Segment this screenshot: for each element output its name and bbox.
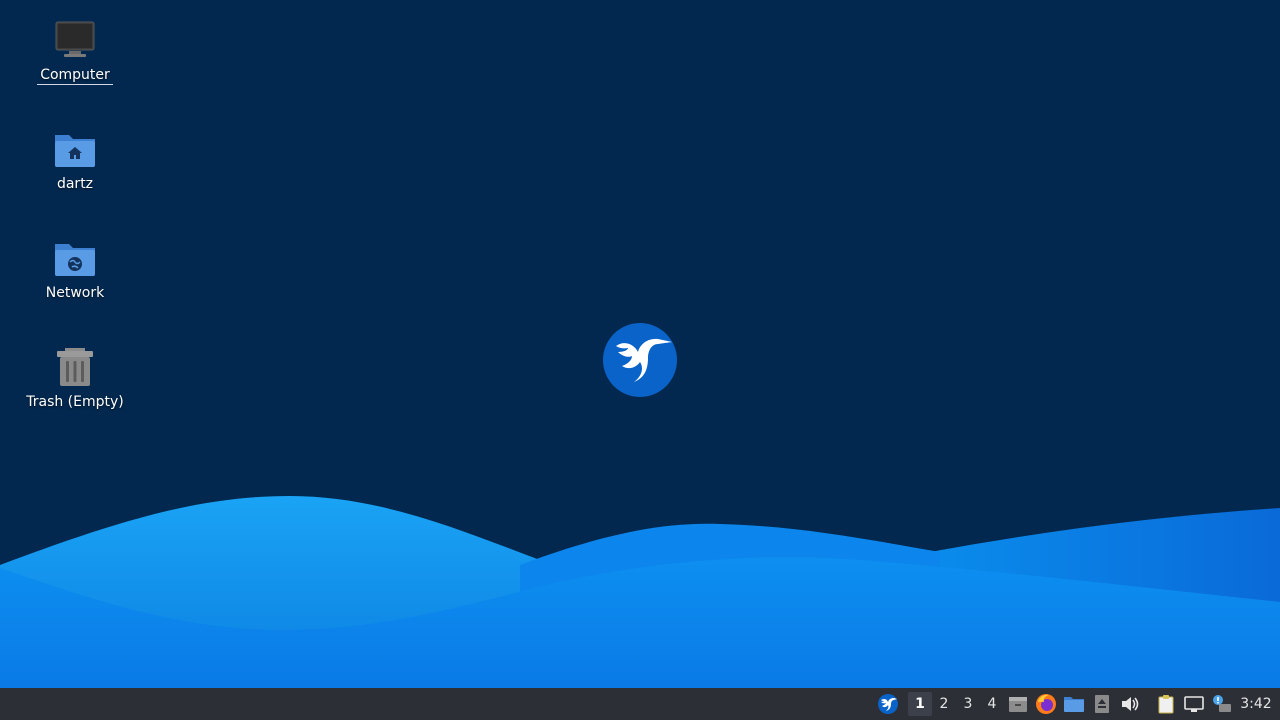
desktop-icon-computer[interactable]: Computer bbox=[15, 18, 135, 85]
trash-icon bbox=[53, 345, 97, 389]
taskbar: 1 2 3 4 3:42 bbox=[0, 688, 1280, 720]
network-icon[interactable] bbox=[1180, 688, 1208, 720]
desktop[interactable]: Computer dartz Network Trash (Empty) bbox=[0, 0, 1280, 688]
clipboard-icon[interactable] bbox=[1152, 688, 1180, 720]
desktop-icon-trash[interactable]: Trash (Empty) bbox=[15, 345, 135, 411]
home-folder-icon bbox=[53, 127, 97, 171]
hummingbird-menu-icon[interactable] bbox=[874, 688, 902, 720]
update-notifier-icon[interactable] bbox=[1208, 688, 1236, 720]
hummingbird-logo bbox=[602, 322, 678, 398]
computer-icon bbox=[53, 18, 97, 62]
desktop-icon-label: dartz bbox=[56, 176, 94, 192]
workspace-2-button[interactable]: 2 bbox=[932, 688, 956, 720]
workspace-4-button[interactable]: 4 bbox=[980, 688, 1004, 720]
firefox-icon[interactable] bbox=[1032, 688, 1060, 720]
desktop-icon-label: Trash (Empty) bbox=[26, 394, 124, 410]
network-folder-icon bbox=[53, 236, 97, 280]
workspace-1-button[interactable]: 1 bbox=[908, 692, 932, 716]
desktop-icon-label: Computer bbox=[37, 66, 113, 85]
clock[interactable]: 3:42 bbox=[1236, 688, 1276, 720]
desktop-icon-home-folder[interactable]: dartz bbox=[15, 127, 135, 193]
file-manager-icon[interactable] bbox=[1004, 688, 1032, 720]
folder-icon[interactable] bbox=[1060, 688, 1088, 720]
desktop-icon-network[interactable]: Network bbox=[15, 236, 135, 302]
desktop-icon-label: Network bbox=[45, 285, 105, 301]
eject-icon[interactable] bbox=[1088, 688, 1116, 720]
workspace-3-button[interactable]: 3 bbox=[956, 688, 980, 720]
volume-icon[interactable] bbox=[1116, 688, 1144, 720]
